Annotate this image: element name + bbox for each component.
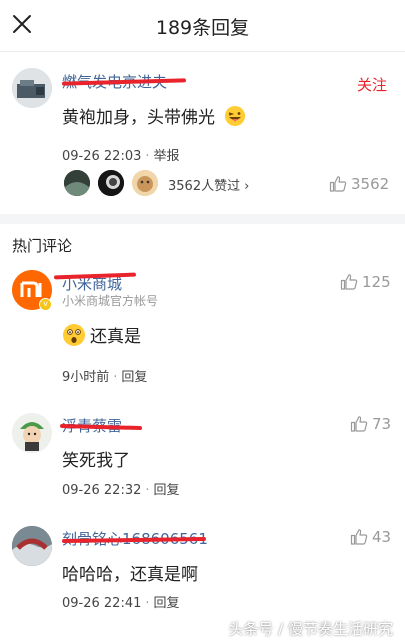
comment-time: 09-26 22:41 xyxy=(62,596,142,611)
comment-meta: 9小时前 · 回复 xyxy=(62,370,148,385)
like-count: 73 xyxy=(372,415,392,433)
hot-comments-title: 热门评论 xyxy=(12,237,73,255)
thumb-up-icon xyxy=(350,529,368,545)
like-count: 3562 xyxy=(351,175,390,193)
like-button[interactable]: 43 xyxy=(350,528,391,546)
comment-meta: 09-26 22:41 · 回复 xyxy=(62,596,180,611)
like-count: 125 xyxy=(362,273,391,291)
comment-content: 笑死我了 xyxy=(62,451,130,471)
reply-button[interactable]: 回复 xyxy=(121,370,147,385)
comment-meta: 09-26 22:32 · 回复 xyxy=(62,483,180,498)
reply-button[interactable]: 回复 xyxy=(154,596,180,611)
thumb-up-icon xyxy=(340,274,358,290)
comment-content: 还真是 xyxy=(62,322,141,347)
reply-button[interactable]: 回复 xyxy=(154,483,180,498)
author-avatar[interactable] xyxy=(12,68,52,108)
page-title: 189条回复 xyxy=(155,17,250,39)
like-button[interactable]: 3562 xyxy=(329,175,389,193)
comment-time: 9小时前 xyxy=(62,370,110,385)
commenter-subtitle: 小米商城官方帐号 xyxy=(62,294,159,308)
thumb-up-icon xyxy=(329,176,347,192)
watermark: 头条号 / 慢节奏生活研究 xyxy=(228,620,393,638)
comment-time: 09-26 22:32 xyxy=(62,483,142,498)
surprised-emoji-icon xyxy=(63,324,85,346)
liker-avatar[interactable] xyxy=(98,170,124,196)
chevron-right-icon: › xyxy=(244,179,250,194)
like-button[interactable]: 125 xyxy=(340,273,391,291)
comment-meta: 09-26 22:03 · 举报 xyxy=(62,149,180,164)
commenter-avatar[interactable] xyxy=(12,526,52,566)
thumb-up-icon xyxy=(350,416,368,432)
comment-content: 黄袍加身，头带佛光 xyxy=(62,103,246,128)
header-bar: 189条回复 xyxy=(0,0,405,52)
liker-avatar[interactable] xyxy=(64,170,90,196)
comment-content: 哈哈哈，还真是啊 xyxy=(62,565,198,585)
liked-count-link[interactable]: 3562人赞过 › xyxy=(168,175,249,194)
follow-button[interactable]: 关注 xyxy=(357,74,387,95)
verified-badge-icon: v xyxy=(39,298,52,311)
report-button[interactable]: 举报 xyxy=(154,149,180,164)
like-count: 43 xyxy=(372,528,392,546)
commenter-avatar[interactable] xyxy=(12,413,52,453)
liker-avatar[interactable] xyxy=(132,170,158,196)
comment-time: 09-26 22:03 xyxy=(62,149,142,164)
like-button[interactable]: 73 xyxy=(350,415,391,433)
grinning-tongue-emoji-icon xyxy=(225,106,246,126)
section-divider xyxy=(0,214,405,224)
